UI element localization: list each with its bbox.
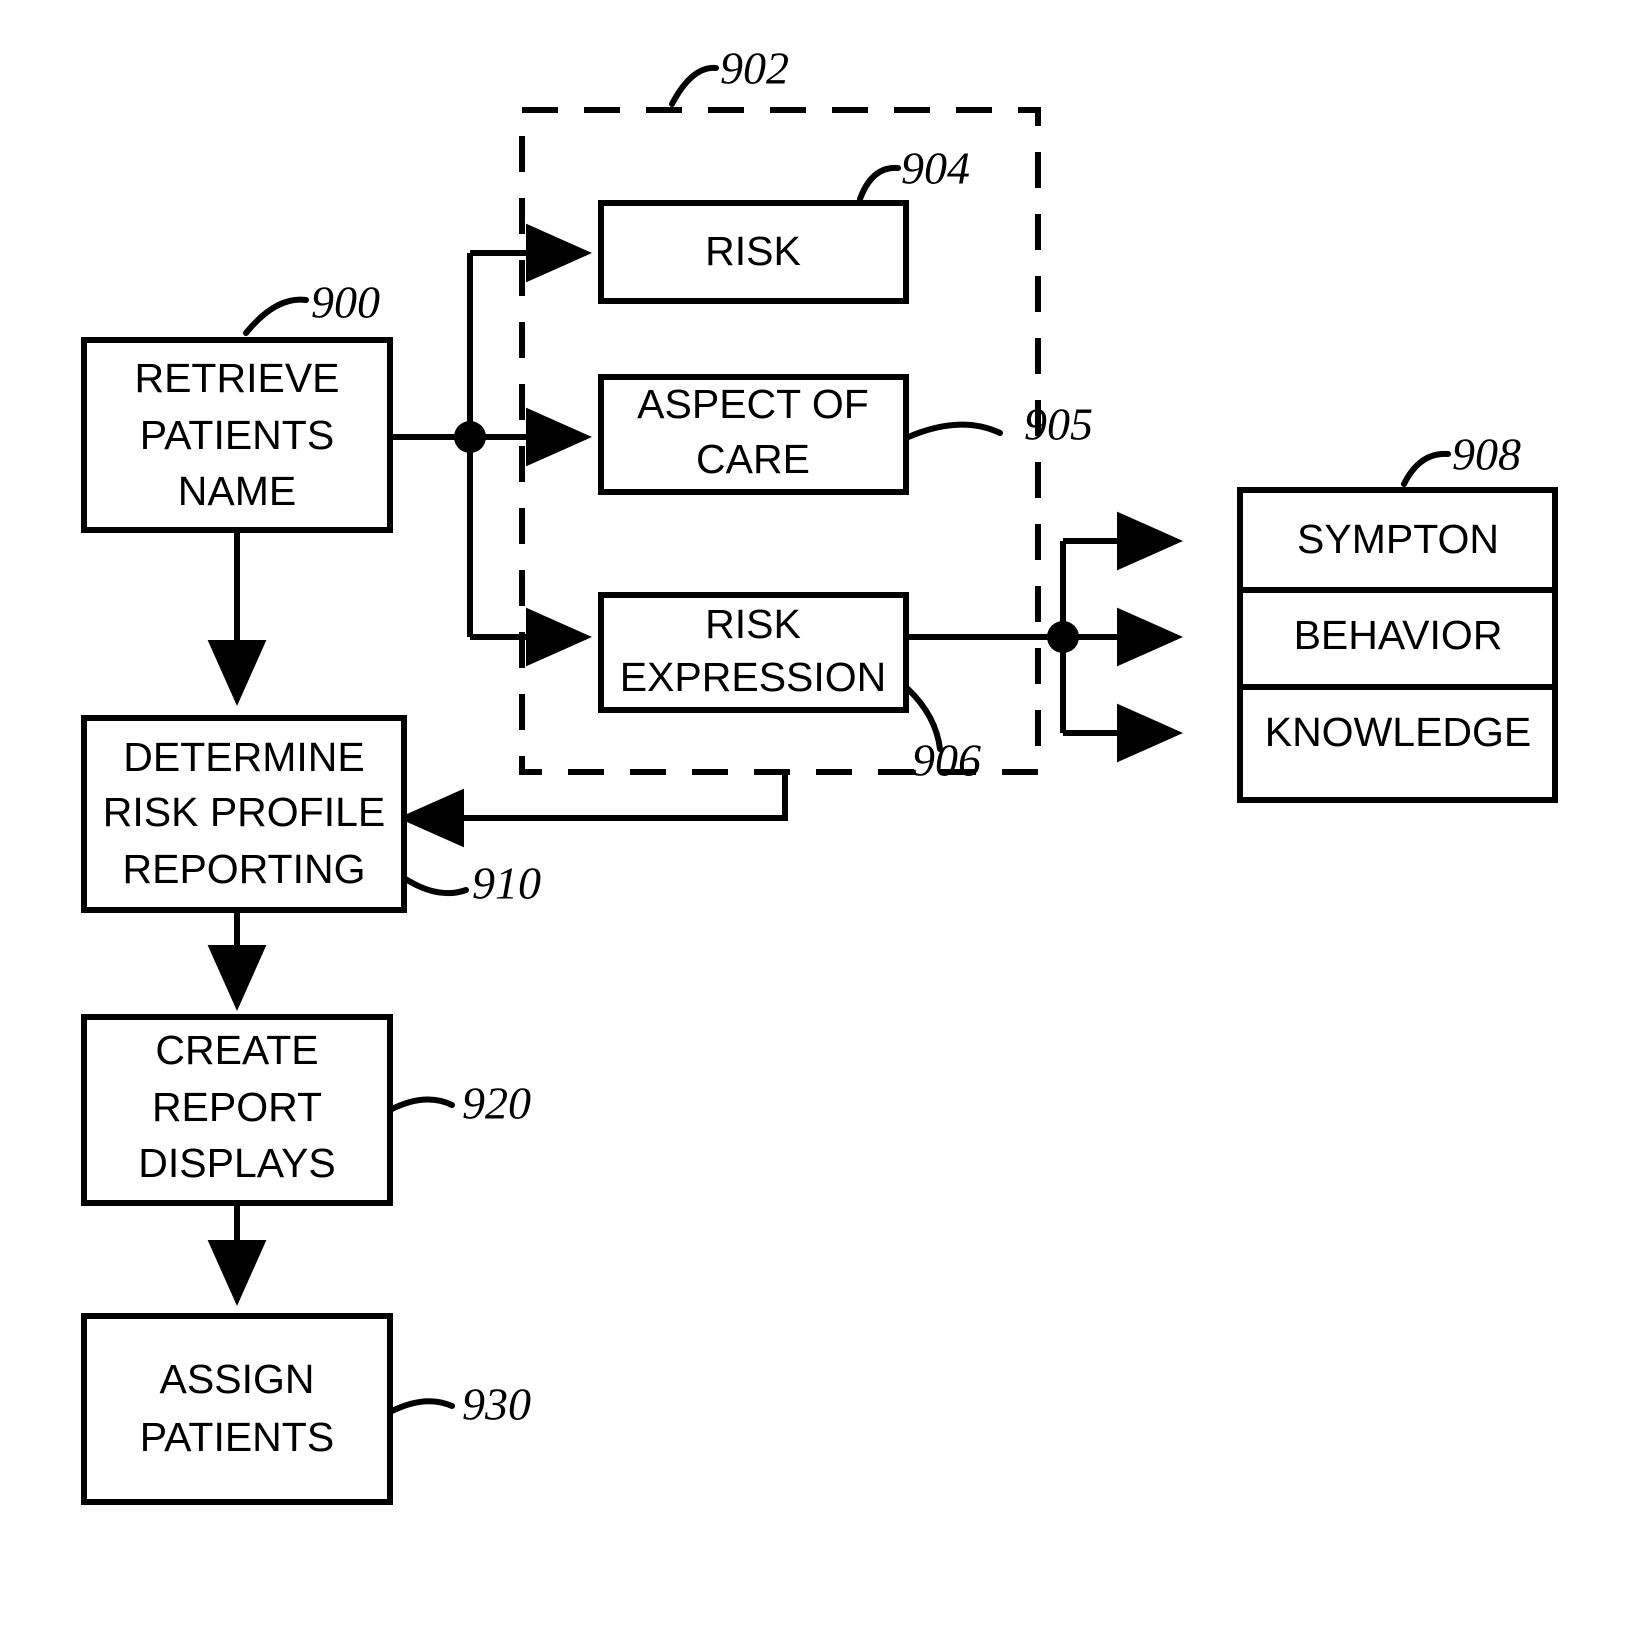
box-920-line-2: REPORT [152,1084,322,1130]
ref-number-906: 906 [912,735,981,786]
patent-figure: RETRIEVE PATIENTS NAME 900 902 RISK 904 … [0,0,1637,1626]
leader-line-910 [401,875,469,897]
box-904-line-1: RISK [705,228,801,274]
box-906-line-1: RISK [705,601,801,647]
leader-line-908 [1401,450,1451,487]
box-930-line-2: PATIENTS [140,1414,334,1460]
box-920-line-1: CREATE [155,1027,318,1073]
ref-number-910: 910 [472,858,541,909]
box-910-line-3: REPORTING [123,846,366,892]
box-930-line-1: ASSIGN [160,1356,315,1402]
ref-number-904: 904 [901,143,970,194]
box-900-line-3: NAME [178,468,296,514]
ref-number-900: 900 [311,277,380,328]
box-910-line-1: DETERMINE [123,734,364,780]
box-900-line-2: PATIENTS [140,412,334,458]
junction-dot-right [1047,621,1079,653]
connector-group-feedback-to-910 [398,772,788,848]
leader-line-920 [387,1096,455,1113]
box-906-line-2: EXPRESSION [620,654,887,700]
stacked-row-behavior: BEHAVIOR [1294,612,1503,658]
process-box-930[interactable] [81,1313,393,1505]
box-905-line-2: CARE [696,436,810,482]
box-910-line-2: RISK PROFILE [103,789,386,835]
box-920-line-3: DISPLAYS [138,1140,336,1186]
ref-number-902: 902 [720,43,789,94]
leader-line-900 [243,296,309,336]
ref-number-920: 920 [462,1078,531,1129]
leader-line-904 [857,164,901,202]
junction-dot-left [454,421,486,453]
leader-line-930 [387,1398,455,1415]
flowchart-svg: RETRIEVE PATIENTS NAME 900 902 RISK 904 … [81,43,1558,1505]
leader-line-905 [903,421,1003,441]
box-905-line-1: ASPECT OF [637,381,869,427]
leader-line-902 [669,64,719,107]
stacked-row-sympton: SYMPTON [1297,516,1499,562]
ref-number-908: 908 [1452,429,1521,480]
box-900-line-1: RETRIEVE [134,355,339,401]
ref-number-930: 930 [462,1379,531,1430]
stacked-row-knowledge: KNOWLEDGE [1265,709,1532,755]
ref-number-905: 905 [1024,399,1093,450]
